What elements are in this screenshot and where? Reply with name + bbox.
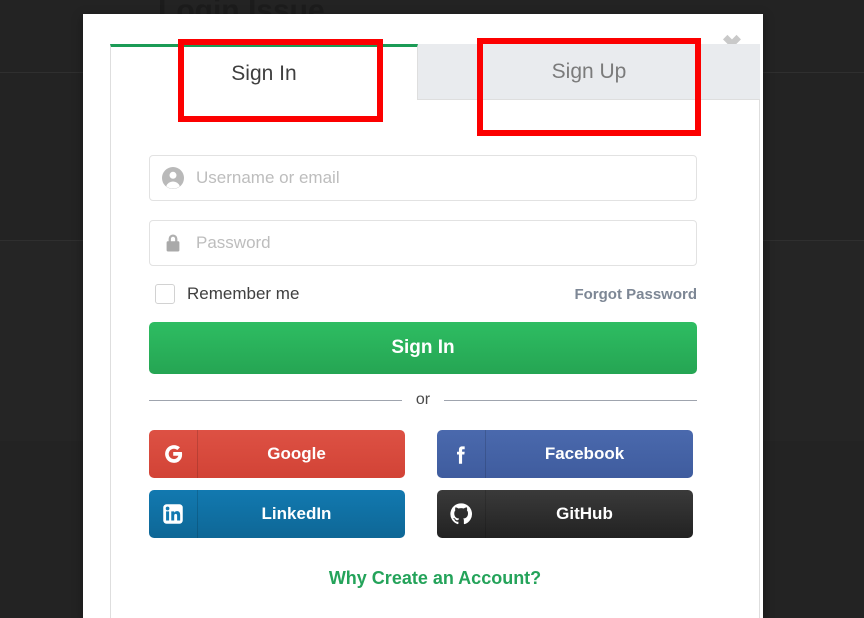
tab-sign-up[interactable]: Sign Up <box>418 44 760 100</box>
divider-line-right <box>444 399 698 401</box>
auth-modal: ✖ Sign In Sign Up <box>83 14 763 618</box>
divider-line-left <box>149 399 402 401</box>
tab-sign-in-label: Sign In <box>231 61 297 85</box>
linkedin-icon <box>149 490 198 538</box>
divider-label: or <box>415 391 431 408</box>
username-field[interactable] <box>149 155 697 201</box>
user-icon <box>150 166 196 190</box>
github-icon <box>437 490 486 538</box>
facebook-icon <box>437 430 486 478</box>
sign-in-button[interactable]: Sign In <box>149 322 697 374</box>
why-create-account-link[interactable]: Why Create an Account? <box>111 568 759 589</box>
forgot-password-link[interactable]: Forgot Password <box>574 283 697 307</box>
remember-me-label: Remember me <box>187 284 300 303</box>
password-field[interactable] <box>149 220 697 266</box>
or-divider: or <box>149 388 698 412</box>
linkedin-sign-in-label: LinkedIn <box>261 504 332 523</box>
username-input[interactable] <box>196 168 696 188</box>
linkedin-sign-in-button[interactable]: LinkedIn <box>149 490 405 538</box>
sign-in-panel: Remember me Forgot Password Sign In or G… <box>110 100 760 618</box>
facebook-sign-in-button[interactable]: Facebook <box>437 430 693 478</box>
auth-tabs: Sign In Sign Up <box>110 44 760 100</box>
github-sign-in-button[interactable]: GitHub <box>437 490 693 538</box>
google-icon <box>149 430 198 478</box>
tab-sign-in[interactable]: Sign In <box>110 44 418 100</box>
remember-me-checkbox[interactable] <box>155 284 175 304</box>
tab-sign-up-label: Sign Up <box>551 59 627 83</box>
google-sign-in-label: Google <box>267 444 326 463</box>
remember-row: Remember me Forgot Password <box>149 282 697 308</box>
password-input[interactable] <box>196 233 696 253</box>
facebook-sign-in-label: Facebook <box>544 444 625 463</box>
lock-icon <box>150 231 196 255</box>
github-sign-in-label: GitHub <box>556 504 613 523</box>
google-sign-in-button[interactable]: Google <box>149 430 405 478</box>
